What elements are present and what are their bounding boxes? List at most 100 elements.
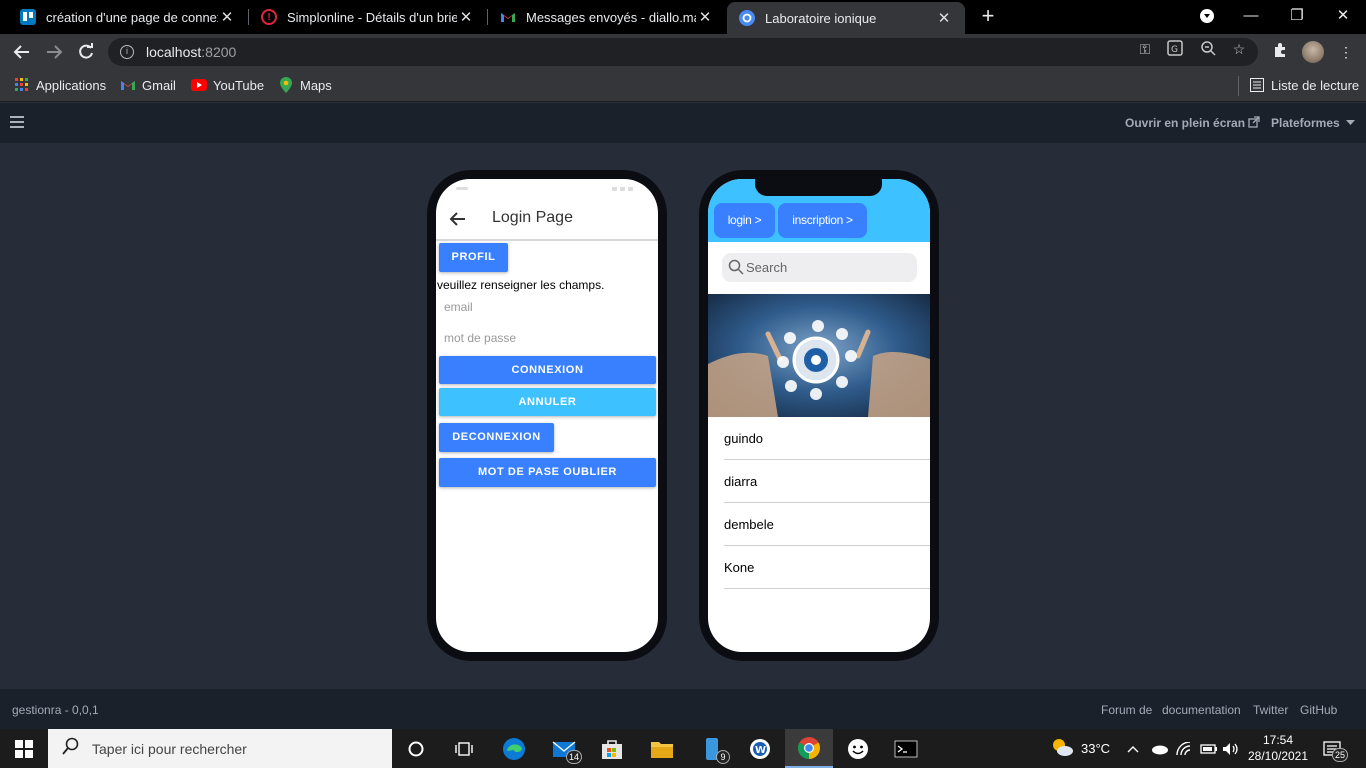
volume-icon[interactable] (1222, 729, 1240, 768)
bookmark-star-icon[interactable]: ☆ (1230, 40, 1248, 58)
app-version: gestionra - 0,0,1 (12, 703, 99, 717)
key-icon[interactable]: ⚿ (1136, 40, 1154, 58)
url-host: localhost (146, 44, 202, 60)
footer-link-forum[interactable]: Forum de (1101, 703, 1152, 717)
menu-icon[interactable] (10, 116, 24, 128)
platforms-dropdown[interactable]: Plateformes (1271, 116, 1356, 130)
reading-list-label: Liste de lecture (1271, 77, 1360, 93)
search-icon (62, 737, 80, 760)
tab-trello[interactable]: création d'une page de connexion ✕ (8, 0, 248, 34)
tab-search-icon[interactable] (1184, 0, 1230, 32)
terminal-icon[interactable] (882, 729, 930, 768)
footer-link-documentation[interactable]: documentation (1162, 703, 1241, 717)
simplon-icon: ! (261, 9, 277, 25)
extensions-icon[interactable] (1270, 42, 1290, 62)
ionic-icon (739, 10, 755, 26)
list-item[interactable]: dembele (724, 503, 930, 546)
bookmarks-bar: Applications Gmail YouTube Maps Liste de… (0, 70, 1366, 102)
new-tab-button[interactable]: + (976, 4, 1000, 28)
connexion-button[interactable]: CONNEXION (439, 356, 656, 384)
tab-gmail[interactable]: Messages envoyés - diallo.mamadou ✕ (488, 0, 726, 34)
site-info-icon[interactable]: i (120, 45, 134, 59)
window-close-icon[interactable]: ✕ (1320, 0, 1366, 32)
back-icon[interactable] (10, 40, 34, 64)
list-item[interactable]: guindo (724, 417, 930, 460)
windows-start-icon[interactable] (0, 729, 48, 768)
battery-icon[interactable] (1200, 729, 1218, 768)
store-icon[interactable] (588, 729, 636, 768)
reading-list-button[interactable]: Liste de lecture (1249, 77, 1359, 93)
chrome-menu-icon[interactable]: ⋮ (1336, 42, 1356, 62)
bookmark-gmail[interactable]: Gmail (120, 77, 176, 93)
close-tab-icon[interactable]: ✕ (935, 9, 953, 27)
taskbar-search-placeholder: Taper ici pour rechercher (92, 740, 247, 757)
svg-text:G: G (1171, 45, 1178, 55)
list-item[interactable]: Kone (724, 546, 930, 589)
bookmark-youtube[interactable]: YouTube (191, 77, 264, 93)
wifi-icon[interactable] (1176, 729, 1192, 768)
profile-avatar[interactable] (1302, 41, 1324, 63)
address-bar[interactable]: i localhost:8200 (108, 38, 1258, 66)
tab-title: Simplonline - Détails d'un brief (287, 9, 457, 25)
inscription-button[interactable]: inscription > (778, 203, 867, 238)
bookmark-maps[interactable]: Maps (278, 77, 332, 93)
maps-pin-icon (278, 77, 294, 93)
search-icon (728, 259, 744, 275)
bookmark-label: YouTube (213, 77, 265, 93)
deconnexion-button[interactable]: DECONNEXION (439, 423, 554, 452)
weather-widget[interactable]: 33°C (1050, 729, 1110, 768)
system-clock[interactable]: 17:54 28/10/2021 (1244, 732, 1312, 764)
tab-title: création d'une page de connexion (46, 9, 218, 25)
back-arrow-icon[interactable] (448, 209, 468, 229)
android-toolbar: Login Page (436, 199, 658, 241)
device-notch (755, 179, 882, 196)
bookmark-label: Applications (36, 77, 107, 93)
tab-simplonline[interactable]: ! Simplonline - Détails d'un brief ✕ (249, 0, 487, 34)
search-input[interactable]: Search (722, 253, 917, 282)
search-placeholder: Search (746, 260, 788, 275)
onedrive-icon[interactable] (1150, 729, 1168, 768)
svg-text:W: W (755, 745, 766, 756)
footer-link-github[interactable]: GitHub (1300, 703, 1337, 717)
bookmark-label: Gmail (142, 77, 176, 93)
app-w-icon[interactable]: W (736, 729, 784, 768)
cortana-icon[interactable] (392, 729, 440, 768)
footer-link-twitter[interactable]: Twitter (1253, 703, 1288, 717)
forgot-password-button[interactable]: MOT DE PASE OUBLIER (439, 458, 656, 487)
email-input[interactable]: email (444, 300, 654, 314)
profil-button[interactable]: PROFIL (439, 243, 508, 272)
reload-icon[interactable] (74, 40, 98, 64)
file-explorer-icon[interactable] (638, 729, 686, 768)
windows-taskbar: Taper ici pour rechercher 14 9 W 33°C 17… (0, 729, 1366, 768)
phone-app-icon[interactable]: 9 (688, 729, 736, 768)
task-view-icon[interactable] (440, 729, 488, 768)
hidden-icons-chevron[interactable] (1127, 729, 1139, 768)
mail-badge: 14 (565, 750, 582, 764)
forward-icon[interactable] (42, 40, 66, 64)
restore-icon[interactable]: ❐ (1274, 0, 1320, 32)
chrome-icon[interactable] (785, 729, 833, 768)
smiley-app-icon[interactable] (834, 729, 882, 768)
mail-icon[interactable]: 14 (540, 729, 588, 768)
close-tab-icon[interactable]: ✕ (218, 8, 236, 26)
apps-grid-icon (14, 77, 30, 93)
fullscreen-label: Ouvrir en plein écran (1125, 116, 1246, 130)
trello-icon (20, 9, 36, 25)
annuler-button[interactable]: ANNULER (439, 388, 656, 416)
zoom-icon[interactable] (1199, 40, 1217, 58)
fullscreen-link[interactable]: Ouvrir en plein écran (1125, 116, 1261, 130)
list-item[interactable]: diarra (724, 460, 930, 503)
taskbar-search-input[interactable]: Taper ici pour rechercher (48, 729, 392, 768)
bookmark-applications[interactable]: Applications (14, 77, 106, 93)
lab-footer: gestionra - 0,0,1 Forum de documentation… (0, 689, 1366, 729)
tab-ionic-lab[interactable]: Laboratoire ionique ✕ (727, 2, 965, 34)
close-tab-icon[interactable]: ✕ (696, 8, 714, 26)
password-input[interactable]: mot de passe (444, 331, 654, 345)
minimize-icon[interactable]: — (1228, 0, 1274, 32)
caret-down-icon (1343, 116, 1356, 130)
close-tab-icon[interactable]: ✕ (457, 8, 475, 26)
edge-icon[interactable] (490, 729, 538, 768)
translate-icon[interactable]: G (1166, 40, 1184, 58)
notifications-icon[interactable]: 25 (1322, 729, 1348, 768)
login-button[interactable]: login > (714, 203, 775, 238)
